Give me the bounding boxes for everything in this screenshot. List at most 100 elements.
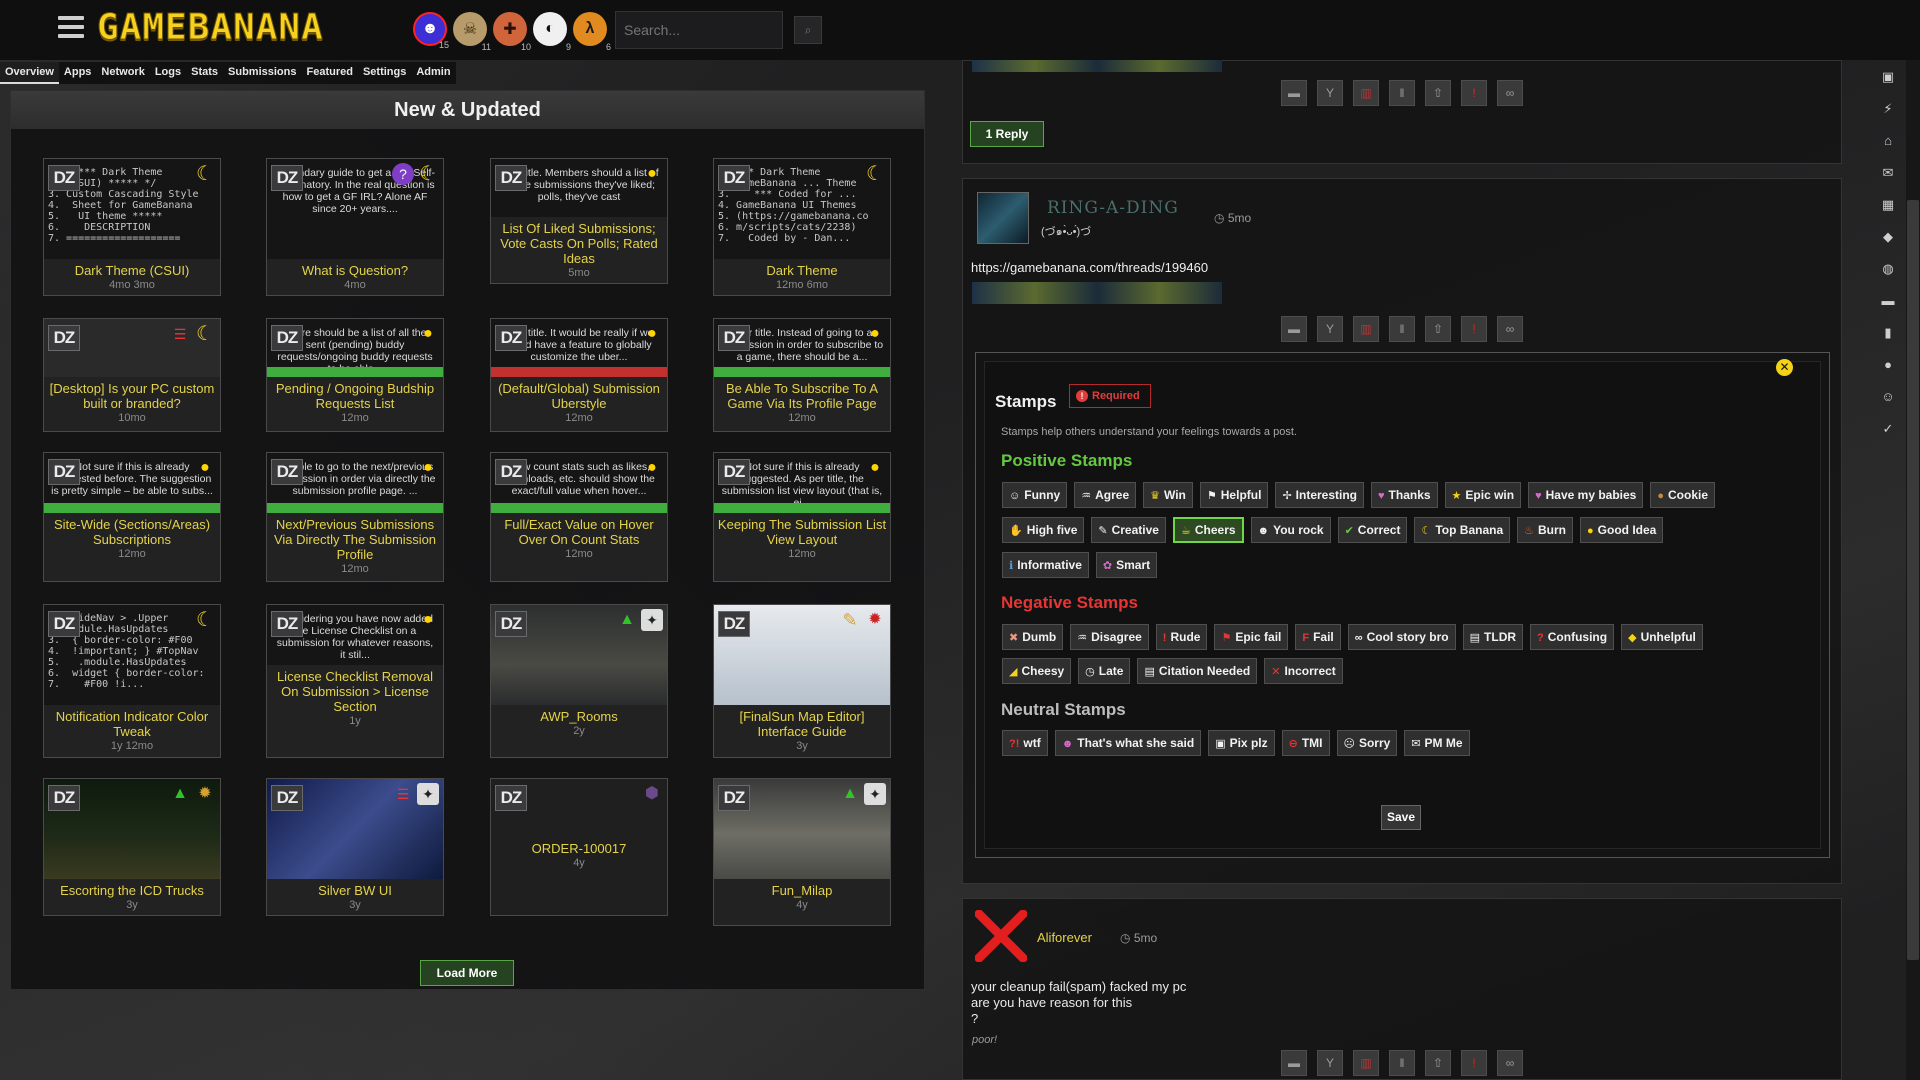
stamp-funny[interactable]: ☺ Funny xyxy=(1002,482,1068,508)
stamp-thats-what-she-said[interactable]: ☻ That's what she said xyxy=(1054,730,1202,756)
stamp-agree[interactable]: ♒ Agree xyxy=(1074,482,1137,508)
stamp-epic-win[interactable]: ★ Epic win xyxy=(1444,482,1522,508)
stamp-incorrect[interactable]: ✕ Incorrect xyxy=(1264,658,1343,684)
stamp-citation-needed[interactable]: ▤ Citation Needed xyxy=(1137,658,1258,684)
printer-icon[interactable]: ▬ xyxy=(1879,292,1897,310)
submission-card[interactable]: Considering you have now added the Licen… xyxy=(266,604,444,758)
stamp-good-idea[interactable]: ● Good Idea xyxy=(1580,517,1664,543)
stamp-pix-plz[interactable]: ▣ Pix plz xyxy=(1208,730,1275,756)
stamp-interesting[interactable]: ✢ Interesting xyxy=(1275,482,1364,508)
pause-icon[interactable]: ‖ xyxy=(1389,80,1415,106)
reply-button[interactable]: 1 Reply xyxy=(970,121,1044,147)
bank-icon[interactable]: ⌂ xyxy=(1879,132,1897,150)
link-icon[interactable]: ∞ xyxy=(1497,80,1523,106)
half-life-icon[interactable]: λ6 xyxy=(573,12,611,52)
diamond-icon[interactable]: ◆ xyxy=(1879,228,1897,246)
comment-icon[interactable]: ▬ xyxy=(1281,1050,1307,1076)
stamp-informative[interactable]: ℹ Informative xyxy=(1002,552,1089,578)
tab-network[interactable]: Network xyxy=(96,62,149,84)
flag-icon[interactable]: ! xyxy=(1461,316,1487,342)
submission-card[interactable]: There should be a list of all the sent (… xyxy=(266,318,444,432)
stamp-win[interactable]: ♛ Win xyxy=(1143,482,1193,508)
scrollbar-thumb[interactable] xyxy=(1907,200,1919,960)
search-icon[interactable]: ⌕ xyxy=(794,16,822,44)
stamp-epic-fail[interactable]: ⚑ Epic fail xyxy=(1214,624,1289,650)
mail-icon[interactable]: ✉ xyxy=(1879,164,1897,182)
tf2-icon[interactable]: ✚ 10 xyxy=(493,12,531,52)
submission-card[interactable]: View count stats such as likes, download… xyxy=(490,452,668,582)
submission-card[interactable]: Not sure if this is already suggested be… xyxy=(43,452,221,582)
dz-icon[interactable]: ▣ xyxy=(1879,68,1897,86)
smash-icon[interactable]: ◐ 9 xyxy=(533,12,571,52)
submission-card[interactable]: /* ***** Dark Theme (CSUI) ***** */ 3. C… xyxy=(43,158,221,296)
submission-card[interactable]: user title. Instead of going to a submis… xyxy=(713,318,891,432)
stamp-burn[interactable]: ♨ Burn xyxy=(1517,517,1574,543)
thumbs-icon[interactable]: Y xyxy=(1317,316,1343,342)
tab-stats[interactable]: Stats xyxy=(186,62,223,84)
submission-card[interactable]: /* #SideNav > .Upper .module.HasUpdates … xyxy=(43,604,221,758)
smiley-icon[interactable]: ☺ xyxy=(1879,388,1897,406)
stamp-pm-me[interactable]: ✉ PM Me xyxy=(1404,730,1470,756)
link-icon[interactable]: ∞ xyxy=(1497,316,1523,342)
tab-admin[interactable]: Admin xyxy=(411,62,455,84)
stamp-late[interactable]: ◷ Late xyxy=(1078,658,1131,684)
tab-settings[interactable]: Settings xyxy=(358,62,411,84)
search-input[interactable] xyxy=(615,11,783,49)
stamp-tmi[interactable]: ⊖ TMI xyxy=(1281,730,1330,756)
submission-card[interactable]: DZ ✎ ✹ [FinalSun Map Editor] Interface Gui… xyxy=(713,604,891,758)
post-username[interactable]: Aliforever xyxy=(1037,930,1092,945)
stamp-creative[interactable]: ✎ Creative xyxy=(1091,517,1166,543)
submission-card[interactable]: Legendary guide to get a GF. Self-explan… xyxy=(266,158,444,296)
skull-icon[interactable]: ☠ 11 xyxy=(453,12,491,52)
stamp-cheesy[interactable]: ◢ Cheesy xyxy=(1002,658,1072,684)
tab-submissions[interactable]: Submissions xyxy=(223,62,301,84)
globe-icon[interactable]: ◍ xyxy=(1879,260,1897,278)
stamp-dumb[interactable]: ✖ Dumb xyxy=(1002,624,1064,650)
bulb-icon[interactable]: ● xyxy=(1879,356,1897,374)
bolt-icon[interactable]: ⚡ xyxy=(1879,100,1897,118)
stamp-cheers[interactable]: ☕ Cheers xyxy=(1172,517,1244,543)
comment-icon[interactable]: ▬ xyxy=(1281,316,1307,342)
stamp-top-banana[interactable]: ☾ Top Banana xyxy=(1414,517,1511,543)
comment-icon[interactable]: ▬ xyxy=(1281,80,1307,106)
close-icon[interactable]: ✕ xyxy=(1776,359,1793,376)
stamp-tldr[interactable]: ▤ TLDR xyxy=(1462,624,1524,650)
flag-icon[interactable]: ! xyxy=(1461,1050,1487,1076)
submission-card[interactable]: DZ ☰ ✦ Silver BW UI 3y xyxy=(266,778,444,916)
stamp-correct[interactable]: ✔ Correct xyxy=(1337,517,1408,543)
flag-icon[interactable]: ! xyxy=(1461,80,1487,106)
trash-icon[interactable]: ▥ xyxy=(1353,80,1379,106)
submission-card[interactable]: /* *** Dark Theme GameBanana ... Theme 3… xyxy=(713,158,891,296)
submission-card[interactable]: DZ ☰ ☾ [Desktop] Is your PC custom built o… xyxy=(43,318,221,432)
stamp-unhelpful[interactable]: ◆ Unhelpful xyxy=(1621,624,1703,650)
tab-featured[interactable]: Featured xyxy=(301,62,357,84)
stamp-smart[interactable]: ✿ Smart xyxy=(1095,552,1158,578)
stamp-you-rock[interactable]: ☻ You rock xyxy=(1250,517,1331,543)
post-username[interactable]: RING-A-DING xyxy=(1047,198,1179,218)
stamp-disagree[interactable]: ♒ Disagree xyxy=(1070,624,1149,650)
trash-icon[interactable]: ▥ xyxy=(1353,1050,1379,1076)
tab-logs[interactable]: Logs xyxy=(150,62,186,84)
submission-card[interactable]: DZ ▲ ✦ AWP_Rooms 2y xyxy=(490,604,668,758)
pause-icon[interactable]: ‖ xyxy=(1389,316,1415,342)
thumbs-icon[interactable]: Y xyxy=(1317,80,1343,106)
stamp-thanks[interactable]: ♥ Thanks xyxy=(1371,482,1438,508)
gb-mascot-icon[interactable]: ☻ 15 xyxy=(413,12,449,50)
load-more-button[interactable]: Load More xyxy=(420,960,514,986)
stamp-helpful[interactable]: ⚑ Helpful xyxy=(1199,482,1269,508)
tab-apps[interactable]: Apps xyxy=(59,62,97,84)
stamp-have-my-babies[interactable]: ♥ Have my babies xyxy=(1528,482,1644,508)
pause-icon[interactable]: ‖ xyxy=(1389,1050,1415,1076)
hamburger-menu-icon[interactable] xyxy=(58,16,84,38)
thumbs-icon[interactable]: Y xyxy=(1317,1050,1343,1076)
grid-icon[interactable]: ▦ xyxy=(1879,196,1897,214)
stamp-cookie[interactable]: ● Cookie xyxy=(1650,482,1716,508)
avatar[interactable] xyxy=(977,192,1029,244)
upload-icon[interactable]: ⇧ xyxy=(1425,80,1451,106)
post-link[interactable]: https://gamebanana.com/threads/199460 xyxy=(971,260,1208,275)
stamp-confusing[interactable]: ? Confusing xyxy=(1530,624,1615,650)
save-button[interactable]: Save xyxy=(1381,805,1421,830)
stamp-high-five[interactable]: ✋ High five xyxy=(1002,517,1085,543)
stamp-fail[interactable]: F Fail xyxy=(1295,624,1341,650)
trash-icon[interactable]: ▥ xyxy=(1353,316,1379,342)
